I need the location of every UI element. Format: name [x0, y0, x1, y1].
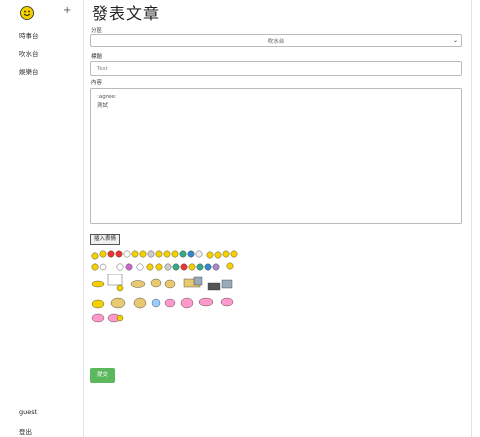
add-icon[interactable]: +: [63, 5, 71, 16]
sidebar-item-current-affairs[interactable]: 時事台: [19, 30, 39, 40]
emoticon-row-3[interactable]: [90, 274, 240, 294]
emoticon-row-2[interactable]: [90, 261, 240, 273]
category-label: 分區: [91, 28, 103, 34]
content-line: :agree:: [97, 94, 117, 100]
content-textarea[interactable]: :agree: 測試: [90, 88, 462, 224]
category-select[interactable]: 吹水台 ⌄: [90, 34, 462, 47]
chevron-down-icon: ⌄: [452, 37, 458, 44]
emoticon-row-5[interactable]: [90, 312, 150, 324]
current-user: guest: [19, 408, 38, 416]
logout-link[interactable]: 登出: [19, 426, 32, 436]
sidebar-item-chat[interactable]: 吹水台: [19, 48, 39, 58]
page-title: 發表文章: [92, 4, 161, 23]
emoticon-row-4[interactable]: [90, 295, 240, 311]
smiley-face-icon[interactable]: [20, 6, 34, 20]
insert-emoticon-button[interactable]: 插入表情: [90, 234, 121, 245]
content-line: 測試: [97, 103, 109, 109]
submit-button[interactable]: 提交: [90, 368, 115, 383]
subject-input[interactable]: Test: [90, 61, 462, 76]
sidebar-item-entertainment[interactable]: 娛樂台: [19, 66, 39, 76]
subject-label: 標題: [91, 54, 103, 60]
compose-form: 發表文章 分區 吹水台 ⌄ 標題 Test 內容 :agree: 測試 插入表情: [84, 0, 468, 437]
category-select-value: 吹水台: [267, 39, 285, 45]
content-label: 內容: [91, 80, 103, 86]
emoticon-panel: [90, 248, 250, 328]
emoticon-row-1[interactable]: [90, 248, 240, 262]
